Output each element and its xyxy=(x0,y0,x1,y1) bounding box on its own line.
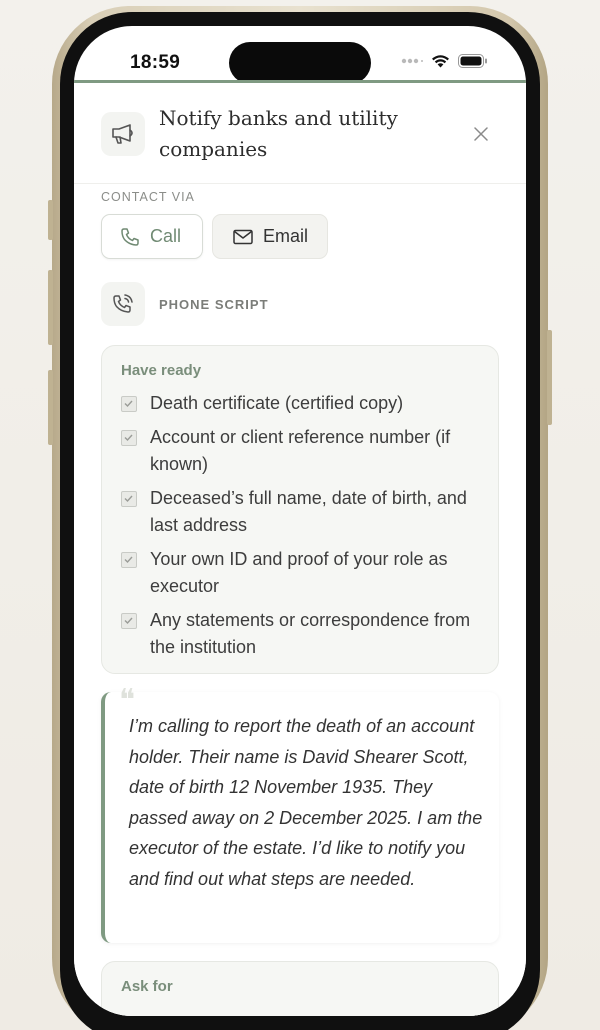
call-button-label: Call xyxy=(150,226,182,246)
contact-via-label: CONTACT VIA xyxy=(101,190,195,204)
phone-script-quote: ❝ I’m calling to report the death of an … xyxy=(101,686,499,943)
checkbox-icon[interactable] xyxy=(121,491,137,507)
checklist-item[interactable]: Any statements or correspondence from th… xyxy=(121,607,491,661)
close-icon[interactable] xyxy=(470,123,492,145)
checkbox-icon[interactable] xyxy=(121,613,137,629)
checklist-item[interactable]: Deceased’s full name, date of birth, and… xyxy=(121,485,491,539)
task-detail-sheet: Notify banks and utility companies CONTA… xyxy=(74,83,526,1016)
checklist-item-label: Deceased’s full name, date of birth, and… xyxy=(150,488,467,535)
checkbox-icon[interactable] xyxy=(121,430,137,446)
ask-for-card: Ask for xyxy=(101,961,499,1016)
checkbox-icon[interactable] xyxy=(121,552,137,568)
page-title: Notify banks and utility companies xyxy=(159,106,398,161)
phone-screen: 18:59 Notify banks and utility companies… xyxy=(74,26,526,1016)
email-button[interactable]: Email xyxy=(212,214,328,259)
checklist-item-label: Account or client reference number (if k… xyxy=(150,427,451,474)
phone-volume-down-button xyxy=(48,370,53,445)
phone-script-label: PHONE SCRIPT xyxy=(159,297,269,312)
phone-volume-up-button xyxy=(48,270,53,345)
ask-for-title: Ask for xyxy=(121,978,173,995)
signal-icon xyxy=(401,58,423,64)
have-ready-title: Have ready xyxy=(121,362,202,379)
checklist-item[interactable]: Your own ID and proof of your role as ex… xyxy=(121,546,491,600)
have-ready-list: Death certificate (certified copy) Accou… xyxy=(121,390,491,668)
checklist-item-label: Any statements or correspondence from th… xyxy=(150,610,471,657)
checkbox-icon[interactable] xyxy=(121,396,137,412)
script-text: I’m calling to report the death of an ac… xyxy=(129,716,483,889)
status-bar: 18:59 xyxy=(74,26,526,84)
have-ready-card: Have ready Death certificate (certified … xyxy=(101,345,499,674)
sheet-header: Notify banks and utility companies xyxy=(74,83,526,184)
call-button[interactable]: Call xyxy=(101,214,203,259)
status-time: 18:59 xyxy=(130,52,181,73)
phone-side-button xyxy=(48,200,53,240)
battery-icon xyxy=(458,54,487,68)
status-icons xyxy=(401,54,488,68)
checklist-item-label: Your own ID and proof of your role as ex… xyxy=(150,549,448,596)
email-button-label: Email xyxy=(263,226,309,246)
phone-icon xyxy=(121,227,139,246)
checklist-item[interactable]: Account or client reference number (if k… xyxy=(121,424,491,478)
mail-icon xyxy=(233,229,253,244)
phone-power-button xyxy=(547,330,552,425)
dynamic-island xyxy=(229,42,371,84)
wifi-icon xyxy=(432,55,449,68)
phone-call-icon xyxy=(101,282,145,326)
checklist-item-label: Death certificate (certified copy) xyxy=(150,393,404,413)
checklist-item[interactable]: Death certificate (certified copy) xyxy=(121,390,491,417)
megaphone-icon xyxy=(101,112,145,156)
